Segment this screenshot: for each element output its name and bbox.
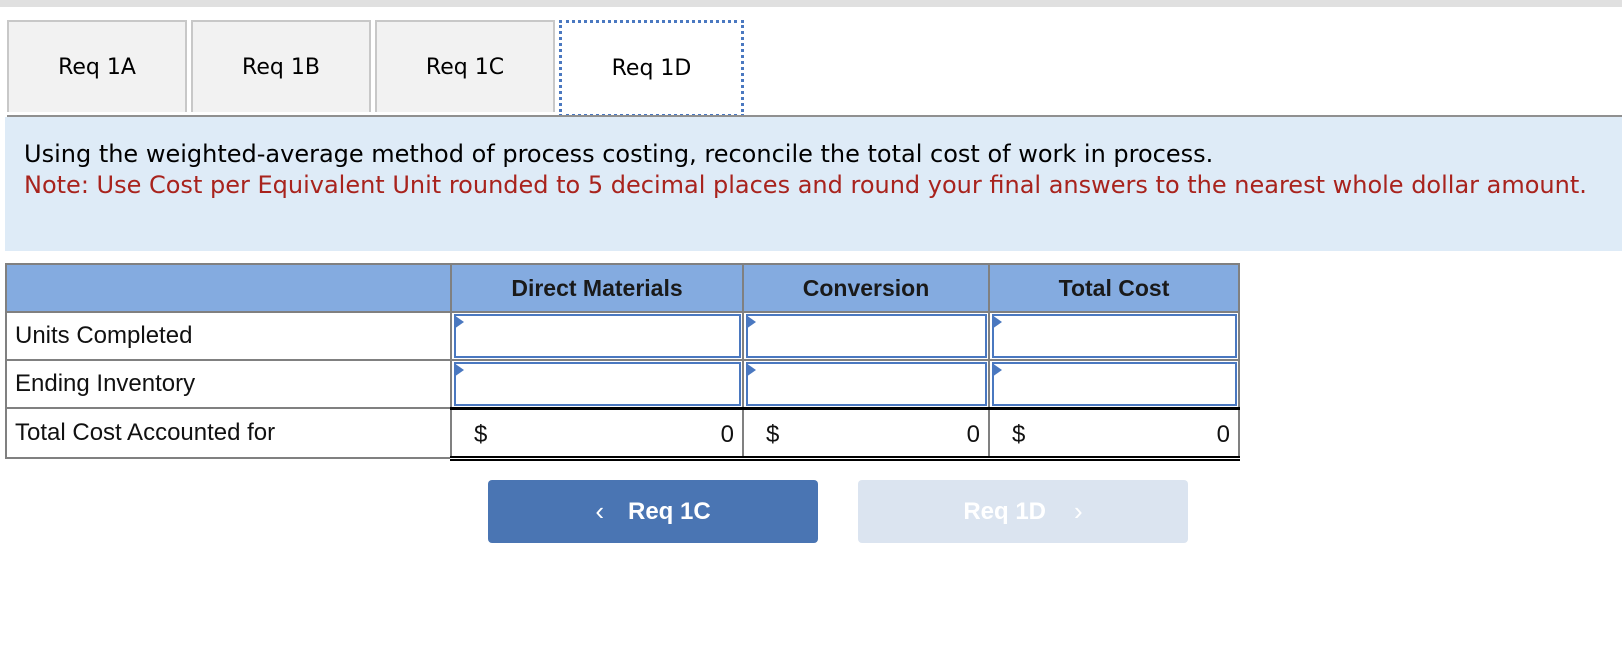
tab-req-1b[interactable]: Req 1B (191, 20, 371, 112)
instruction-note: Note: Use Cost per Equivalent Unit round… (24, 171, 1587, 199)
table-row: Ending Inventory (5, 359, 1240, 409)
next-req-1d-button[interactable]: Req 1D › (858, 480, 1188, 543)
currency-symbol: $ (766, 420, 780, 448)
units-completed-total-input[interactable] (992, 314, 1237, 358)
total-cost-value: 0 (1216, 420, 1230, 448)
chevron-right-icon: › (1074, 496, 1083, 526)
tab-req-1a[interactable]: Req 1A (7, 20, 187, 112)
reconciliation-table: Direct Materials Conversion Total Cost U… (5, 263, 1240, 461)
row-label-units-completed: Units Completed (5, 311, 452, 361)
total-row: Total Cost Accounted for $ 0 $ 0 $ 0 (5, 406, 1240, 461)
input-marker-icon (454, 315, 464, 329)
input-marker-icon (992, 363, 1002, 377)
tab-req-1d[interactable]: Req 1D (559, 20, 744, 117)
units-completed-conversion-input[interactable] (746, 314, 987, 358)
header-total-cost: Total Cost (988, 263, 1240, 313)
tab-req-1c[interactable]: Req 1C (375, 20, 555, 112)
header-blank (5, 263, 452, 313)
total-conversion-cell: $ 0 (742, 406, 990, 461)
total-cost-cell: $ 0 (988, 406, 1240, 461)
chevron-left-icon: ‹ (595, 496, 604, 526)
units-completed-dm-input[interactable] (454, 314, 741, 358)
input-marker-icon (746, 315, 756, 329)
cell-ending-inventory-conv (742, 359, 990, 409)
input-marker-icon (454, 363, 464, 377)
row-label-ending-inventory: Ending Inventory (5, 359, 452, 409)
header-direct-materials: Direct Materials (450, 263, 744, 313)
cell-ending-inventory-total (988, 359, 1240, 409)
ending-inventory-conversion-input[interactable] (746, 362, 987, 406)
cell-ending-inventory-dm (450, 359, 744, 409)
cell-units-completed-total (988, 311, 1240, 361)
instructions-panel: Using the weighted-average method of pro… (5, 117, 1622, 251)
currency-symbol: $ (1012, 420, 1026, 448)
row-label-total-cost-accounted: Total Cost Accounted for (5, 407, 452, 459)
header-conversion: Conversion (742, 263, 990, 313)
total-conversion-value: 0 (966, 420, 980, 448)
input-marker-icon (746, 363, 756, 377)
top-bar (0, 0, 1622, 7)
header-row: Direct Materials Conversion Total Cost (5, 263, 1240, 313)
cell-units-completed-dm (450, 311, 744, 361)
ending-inventory-total-input[interactable] (992, 362, 1237, 406)
prev-button-label: Req 1C (627, 497, 711, 525)
instruction-text: Using the weighted-average method of pro… (24, 140, 1214, 168)
next-button-label: Req 1D (963, 497, 1046, 525)
total-dm-value: 0 (720, 420, 734, 448)
prev-req-1c-button[interactable]: ‹ Req 1C (488, 480, 818, 543)
ending-inventory-dm-input[interactable] (454, 362, 741, 406)
table-row: Units Completed (5, 311, 1240, 361)
cell-units-completed-conv (742, 311, 990, 361)
currency-symbol: $ (474, 420, 488, 448)
total-dm-cell: $ 0 (450, 406, 744, 461)
input-marker-icon (992, 315, 1002, 329)
